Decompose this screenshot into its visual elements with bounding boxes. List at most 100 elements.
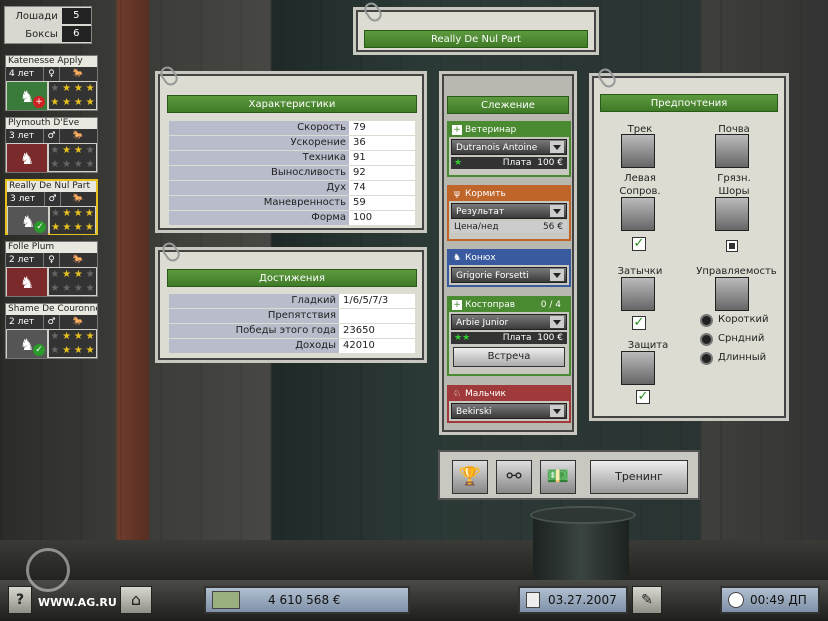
stat-value: 74 (349, 181, 415, 195)
ground-arrow-icon[interactable] (715, 134, 749, 168)
jockey-icon: ♘ (452, 389, 462, 399)
vet-name: Dutranois Antoine (456, 143, 538, 153)
horse-silhouette-icon: ♞ (20, 211, 36, 231)
protection-checkbox[interactable]: ✓ (636, 390, 650, 404)
cash-icon[interactable]: 💵 (540, 460, 576, 494)
star-icon: ★ (50, 158, 60, 170)
handling-horse-icon[interactable] (715, 277, 749, 311)
background-floor (0, 540, 828, 580)
earplugs-horse-icon[interactable] (621, 277, 655, 311)
characteristics-table: Скорость 79 Ускорение 36 Техника 91 Выносли… (169, 121, 415, 226)
rating-stars: ★ ★ ★ ★ ★ ★ ★ ★ (49, 82, 96, 109)
earplugs-checkbox[interactable]: ✓ (632, 316, 646, 330)
stat-row: Дух 74 (169, 181, 415, 195)
horse-card[interactable]: Folle Plum 2 лет ♀ 🐎 ♞ ★ ★ ★ ★ ★ ★ ★ ★ (5, 241, 98, 297)
osteo-count: 0 / 4 (540, 300, 561, 310)
horse-name: Really De Nul Part (7, 181, 96, 192)
star-icon: ★ (85, 331, 95, 342)
sopr-checkbox[interactable]: ✓ (632, 237, 646, 251)
horse-name: Katenesse Apply (6, 56, 97, 67)
stat-row: Скорость 79 (169, 121, 415, 135)
star-icon: ★ (50, 331, 60, 342)
boy-dropdown[interactable]: Bekirski (451, 403, 567, 419)
horse-name: Plymouth D'Eve (6, 118, 97, 129)
star-icon: ★ (73, 331, 83, 342)
rating-stars: ★ ★ ★ ★ ★ ★ ★ ★ (49, 268, 96, 295)
feed-value: Результат (456, 207, 505, 217)
star-icon: ★ (62, 344, 72, 356)
horse-age: 3 лет (7, 192, 45, 206)
checkmark-icon: ✓ (33, 344, 45, 356)
stat-row: Маневренность 59 (169, 196, 415, 210)
star-icon: ★ (85, 282, 95, 294)
horse-title-panel: Really De Nul Part (356, 10, 596, 52)
star-icon: ★ (51, 221, 61, 233)
star-icon: ★ (51, 208, 61, 219)
notepad-icon[interactable]: ✎ (632, 586, 662, 614)
time-field: 00:49 ДП (720, 586, 820, 614)
track-turn-icon[interactable] (621, 134, 655, 168)
achievement-value: 1/6/5/7/3 (339, 294, 415, 308)
trophy-icon[interactable]: 🏆 (452, 460, 488, 494)
roster-summary: Лошади 5 Боксы 6 (4, 6, 92, 44)
star-icon: ★ (62, 331, 72, 342)
chevron-down-icon (553, 209, 561, 214)
running-horse-icon: 🐎 (72, 194, 85, 204)
pedigree-tree-icon[interactable]: ⚯ (496, 460, 532, 494)
male-icon: ♂ (44, 315, 60, 329)
stat-label: Скорость (169, 121, 349, 135)
earplugs-label: Затычки (617, 266, 663, 277)
star-icon: ★ (50, 145, 60, 156)
level-stars: ★ (454, 158, 463, 168)
stat-row: Ускорение 36 (169, 136, 415, 150)
feed-dropdown[interactable]: Результат (451, 203, 567, 219)
horse-card[interactable]: Katenesse Apply 4 лет ♀ 🐎 ♞ + ★ ★ ★ ★ ★ ★ ★ ★ (5, 55, 98, 111)
medical-cross-icon: + (452, 300, 462, 310)
stat-label: Ускорение (169, 136, 349, 150)
star-icon: ★ (73, 158, 83, 170)
short-radio[interactable] (700, 314, 713, 327)
bucket (530, 506, 636, 582)
horse-name: Shame De Couronne (6, 304, 97, 315)
left-label: Левая (624, 173, 656, 184)
horse-silhouette-icon: ♞ (19, 148, 35, 168)
osteo-dropdown[interactable]: Arbie Junior (451, 314, 567, 330)
leg-protection-icon[interactable] (621, 351, 655, 385)
medical-cross-icon: + (33, 96, 45, 108)
running-horse-icon: 🐎 (72, 255, 85, 265)
horse-card[interactable]: Plymouth D'Eve 3 лет ♂ 🐎 ♞ ★ ★ ★ ★ ★ ★ ★ ★ (5, 117, 98, 173)
achievement-value: 42010 (339, 339, 415, 353)
groom-dropdown[interactable]: Grigorie Forsetti (451, 267, 567, 283)
achievement-value: 23650 (339, 324, 415, 338)
horse-leg-icon[interactable] (621, 197, 655, 231)
preferences-panel: Предпочтения Трек Почва Левая Грязн. Соп… (592, 76, 786, 418)
long-radio[interactable] (700, 352, 713, 365)
price-label: Цена/нед (454, 222, 499, 232)
training-button[interactable]: Тренинг (590, 460, 688, 494)
home-icon[interactable]: ⌂ (120, 586, 152, 614)
star-icon: ★ (62, 208, 72, 219)
chevron-down-icon (553, 273, 561, 278)
blinkers-horse-icon[interactable] (715, 197, 749, 231)
female-icon: ♀ (44, 67, 60, 81)
stat-label: Форма (169, 211, 349, 225)
groom-header: ♞ Конюх (449, 251, 569, 265)
stat-value: 36 (349, 136, 415, 150)
star-icon: ★ (85, 269, 95, 280)
meet-button[interactable]: Встреча (453, 347, 565, 367)
blinkers-checkbox[interactable] (726, 240, 738, 252)
stat-label: Техника (169, 151, 349, 165)
horse-card[interactable]: Shame De Couronne 2 лет ♂ 🐎 ♞ ✓ ★ ★ ★ ★ ★ ★ ★ ★ (5, 303, 98, 359)
vet-dropdown[interactable]: Dutranois Antoine (451, 139, 567, 155)
tracking-title: Слежение (447, 96, 569, 114)
medium-radio[interactable] (700, 333, 713, 346)
vet-header: + Ветеринар (449, 123, 569, 137)
horse-age: 2 лет (6, 315, 44, 329)
help-icon[interactable]: ? (8, 586, 32, 614)
groom-name: Grigorie Forsetti (456, 271, 529, 281)
achievement-row: Победы этого года 23650 (169, 324, 415, 338)
feed-label: Кормить (465, 189, 506, 199)
star-icon: ★ (62, 158, 72, 170)
horse-card-selected[interactable]: Really De Nul Part 3 лет ♂ 🐎 ♞ ✓ ★ ★ ★ ★ ★ ★ ★ ★ (5, 179, 98, 235)
rating-stars: ★ ★ ★ ★ ★ ★ ★ ★ (49, 144, 96, 171)
